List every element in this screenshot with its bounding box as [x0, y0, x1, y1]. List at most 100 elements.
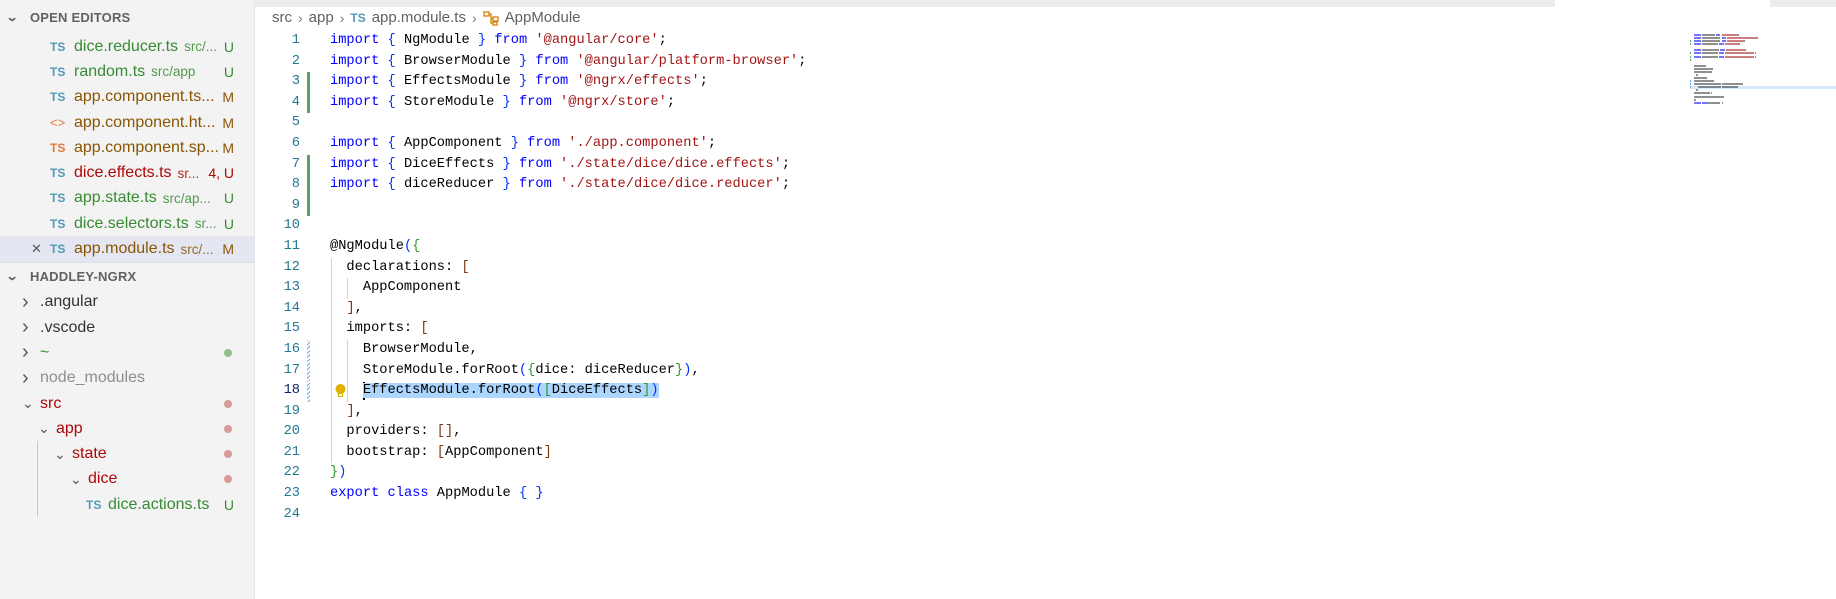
- code-token: AppComponent: [445, 444, 544, 460]
- tree-item[interactable]: › .vscode: [0, 315, 254, 340]
- code-token: bootstrap:: [330, 444, 437, 460]
- code-line: 15 imports: [: [255, 319, 1836, 340]
- minimap-line: [1690, 95, 1836, 98]
- breadcrumb-symbol[interactable]: AppModule: [505, 9, 581, 26]
- code-token: './state/dice/dice.reducer': [560, 177, 782, 193]
- close-icon[interactable]: ✕: [31, 241, 42, 257]
- chevron-down-icon: ⌄: [5, 10, 19, 24]
- code-token: imports:: [330, 321, 421, 337]
- git-modified-marker[interactable]: [307, 339, 310, 361]
- code-text: import { DiceEffects } from './state/dic…: [330, 155, 790, 176]
- open-editor-item[interactable]: <> app.component.ht... M: [0, 110, 254, 135]
- git-added-marker[interactable]: [307, 154, 310, 176]
- code-token: ;: [658, 33, 667, 48]
- minimap-line: [1690, 58, 1836, 61]
- tree-item[interactable]: › node_modules: [0, 366, 254, 391]
- tree-item[interactable]: ⌄ state: [0, 441, 254, 466]
- code-token: class: [387, 486, 429, 502]
- minimap-line: [1690, 64, 1836, 67]
- code-token: {: [387, 33, 396, 48]
- open-editors-header[interactable]: ⌄ OPEN EDITORS: [0, 0, 254, 34]
- tree-item[interactable]: TS dice.actions.ts U: [0, 492, 254, 517]
- code-line: 18 EffectsModule.forRoot([DiceEffects]): [255, 381, 1836, 402]
- chevron-down-icon: ⌄: [54, 445, 66, 462]
- git-added-marker[interactable]: [307, 195, 310, 217]
- code-token: import: [330, 74, 380, 90]
- code-token: import: [330, 177, 380, 193]
- code-editor[interactable]: 1 import { NgModule } from '@angular/core…: [255, 31, 1836, 599]
- tree-item[interactable]: ⌄ src: [0, 391, 254, 416]
- typescript-file-icon: TS: [50, 216, 66, 231]
- git-added-marker[interactable]: [307, 175, 310, 196]
- tree-item[interactable]: ⌄ dice: [0, 467, 254, 492]
- code-token: import: [330, 156, 380, 172]
- tree-item-label: node_modules: [40, 369, 145, 387]
- breadcrumb-app[interactable]: app: [309, 9, 334, 26]
- open-editor-item[interactable]: ✕ TS app.module.ts src/... M: [0, 236, 254, 262]
- code-line: 14 ],: [255, 298, 1836, 320]
- typescript-file-icon: TS: [86, 497, 102, 512]
- code-text: providers: [],: [330, 422, 461, 443]
- minimap-line: [1690, 34, 1836, 36]
- code-token: }: [330, 465, 339, 481]
- tree-item-label: ~: [40, 343, 50, 361]
- code-token: }: [675, 362, 684, 378]
- code-token: }: [502, 94, 511, 110]
- file-name: app.component.ts...: [74, 88, 215, 106]
- tree-item[interactable]: › ~: [0, 340, 254, 365]
- code-token: from: [527, 135, 561, 151]
- open-editor-item[interactable]: TS app.component.sp... M: [0, 135, 254, 160]
- code-token: []: [436, 424, 454, 440]
- open-editor-item[interactable]: TS app.state.ts src/ap... U: [0, 186, 254, 211]
- line-number: 20: [283, 424, 300, 440]
- code-line: 24: [255, 505, 1836, 526]
- code-token: BrowserModule,: [330, 341, 478, 357]
- class-symbol-icon: [482, 10, 499, 26]
- code-text: AppComponent: [330, 278, 462, 299]
- explorer-header[interactable]: ⌄ HADDLEY-NGRX: [0, 263, 254, 290]
- code-token: diceReducer: [395, 177, 503, 193]
- open-editor-item[interactable]: TS dice.effects.ts sr... 4, U: [0, 160, 254, 185]
- line-number: 8: [291, 177, 300, 193]
- minimap[interactable]: [1690, 34, 1836, 104]
- minimap-line: [1690, 40, 1836, 43]
- line-number: 19: [283, 403, 300, 419]
- tree-item[interactable]: › .angular: [0, 290, 254, 315]
- open-editor-item[interactable]: TS random.ts src/app U: [0, 59, 254, 84]
- git-modified-marker[interactable]: [307, 360, 310, 382]
- tree-item-label: .vscode: [40, 318, 96, 336]
- tree-item[interactable]: ⌄ app: [0, 416, 254, 441]
- git-modified-marker[interactable]: [307, 381, 310, 402]
- code-token: ,: [354, 403, 363, 419]
- line-number: 5: [291, 115, 300, 131]
- code-line: 11 @NgModule({: [255, 237, 1836, 258]
- code-text: @NgModule({: [330, 237, 420, 258]
- minimap-line: [1690, 62, 1836, 64]
- open-editor-item[interactable]: TS app.component.ts... M: [0, 85, 254, 110]
- code-token: AppComponent: [330, 280, 462, 296]
- minimap-line: [1690, 92, 1836, 95]
- git-added-marker[interactable]: [307, 92, 310, 114]
- breadcrumb-file[interactable]: app.module.ts: [372, 9, 466, 26]
- file-name: random.ts: [74, 62, 146, 80]
- typescript-file-icon: TS: [50, 90, 66, 105]
- open-editor-item[interactable]: TS dice.reducer.ts src/... U: [0, 34, 254, 59]
- code-token: }: [477, 33, 487, 48]
- code-token: {: [387, 135, 396, 151]
- git-added-marker[interactable]: [307, 72, 310, 93]
- code-line: 8 import { diceReducer } from './state/di…: [255, 175, 1836, 196]
- breadcrumb: src › app › TS app.module.ts › AppModule: [272, 9, 581, 26]
- line-number: 4: [291, 94, 300, 110]
- file-path: sr...: [177, 165, 200, 181]
- file-name: app.component.sp...: [74, 138, 219, 156]
- code-line: 22}): [255, 463, 1836, 484]
- code-token: {: [518, 486, 528, 502]
- open-editor-item[interactable]: TS dice.selectors.ts sr... U: [0, 211, 254, 236]
- code-token: ;: [666, 94, 676, 110]
- breadcrumb-src[interactable]: src: [272, 9, 292, 26]
- code-token: }: [535, 486, 544, 502]
